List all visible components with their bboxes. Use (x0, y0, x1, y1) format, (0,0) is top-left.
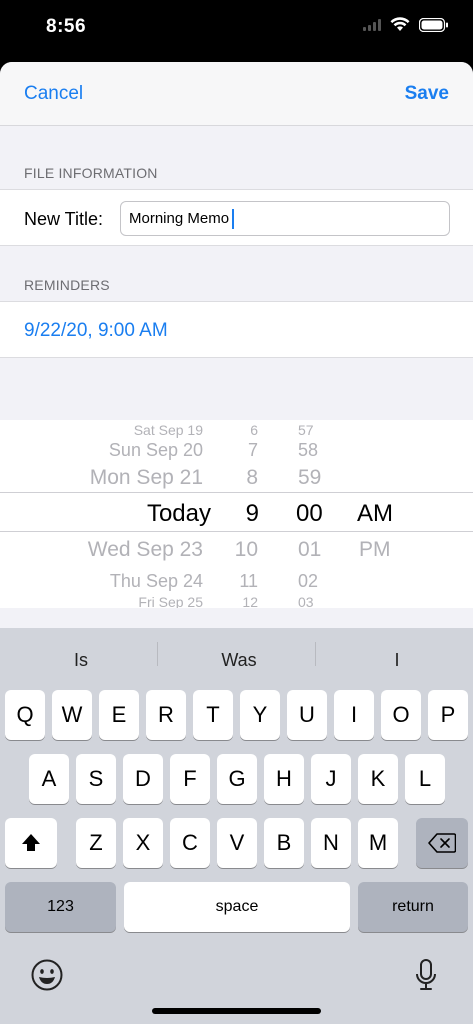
cancel-button[interactable]: Cancel (24, 83, 83, 105)
status-icons (363, 17, 449, 32)
return-key[interactable]: return (358, 882, 468, 932)
key-g[interactable]: G (217, 754, 257, 804)
key-s[interactable]: S (76, 754, 116, 804)
shift-key[interactable] (5, 818, 57, 868)
key-r[interactable]: R (146, 690, 186, 740)
key-w[interactable]: W (52, 690, 92, 740)
picker-hour-option[interactable]: 8 (246, 466, 258, 490)
key-o[interactable]: O (381, 690, 421, 740)
picker-minute-selected[interactable]: 00 (296, 500, 323, 528)
picker-minute-option[interactable]: 01 (298, 538, 321, 562)
key-b[interactable]: B (264, 818, 304, 868)
picker-minute-option[interactable]: 57 (298, 422, 314, 438)
reminder-date-value: 9/22/20, 9:00 AM (24, 320, 168, 341)
save-button[interactable]: Save (405, 83, 449, 105)
key-c[interactable]: C (170, 818, 210, 868)
picker-hour-selected[interactable]: 9 (246, 500, 259, 528)
wifi-icon (390, 17, 410, 31)
key-x[interactable]: X (123, 818, 163, 868)
cellular-icon (363, 18, 381, 31)
suggestion-divider (315, 642, 316, 666)
microphone-icon[interactable] (414, 958, 438, 992)
title-label: New Title: (24, 209, 104, 229)
picker-hour-option[interactable]: 6 (250, 422, 258, 438)
suggestion-item[interactable]: I (319, 650, 473, 671)
picker-minute-option[interactable]: 03 (298, 594, 314, 608)
picker-hour-option[interactable]: 7 (248, 440, 258, 461)
picker-date-option[interactable]: Sat Sep 19 (134, 422, 203, 438)
picker-date-selected[interactable]: Today (147, 500, 211, 528)
picker-minute-option[interactable]: 59 (298, 466, 321, 490)
picker-hour-option[interactable]: 10 (235, 538, 258, 562)
picker-date-option[interactable]: Thu Sep 24 (110, 571, 203, 592)
key-m[interactable]: M (358, 818, 398, 868)
shift-icon (22, 834, 40, 851)
key-f[interactable]: F (170, 754, 210, 804)
reminder-row[interactable]: 9/22/20, 9:00 AM (0, 301, 473, 358)
keyboard: Is Was I Q W E R T Y U I O P A S D F G H… (0, 628, 473, 1024)
delete-key[interactable] (416, 818, 468, 868)
key-v[interactable]: V (217, 818, 257, 868)
picker-date-option[interactable]: Wed Sep 23 (88, 538, 203, 562)
picker-selection-band (0, 492, 473, 532)
key-e[interactable]: E (99, 690, 139, 740)
suggestion-item[interactable]: Is (3, 650, 159, 671)
nav-bar: Cancel Save (0, 62, 473, 126)
key-t[interactable]: T (193, 690, 233, 740)
picker-date-option[interactable]: Sun Sep 20 (109, 440, 203, 461)
title-input-value: Morning Memo (129, 210, 230, 227)
text-caret (232, 209, 235, 230)
key-d[interactable]: D (123, 754, 163, 804)
key-l[interactable]: L (405, 754, 445, 804)
battery-icon (419, 17, 448, 32)
emoji-icon[interactable] (30, 958, 64, 992)
status-bar: 8:56 (0, 0, 473, 62)
status-time: 8:56 (46, 16, 87, 37)
reminders-header: REMINDERS (24, 277, 110, 293)
key-a[interactable]: A (29, 754, 69, 804)
key-u[interactable]: U (287, 690, 327, 740)
key-n[interactable]: N (311, 818, 351, 868)
home-indicator (152, 1008, 321, 1014)
space-key[interactable]: space (124, 882, 350, 932)
key-q[interactable]: Q (5, 690, 45, 740)
picker-minute-option[interactable]: 58 (298, 440, 318, 461)
key-y[interactable]: Y (240, 690, 280, 740)
key-h[interactable]: H (264, 754, 304, 804)
delete-icon (428, 833, 456, 853)
date-picker[interactable]: Sat Sep 19 Sun Sep 20 Mon Sep 21 Today W… (0, 420, 473, 608)
key-p[interactable]: P (428, 690, 468, 740)
key-i[interactable]: I (334, 690, 374, 740)
numbers-key[interactable]: 123 (5, 882, 116, 932)
key-z[interactable]: Z (76, 818, 116, 868)
picker-date-option[interactable]: Fri Sep 25 (138, 594, 203, 608)
file-info-header: FILE INFORMATION (24, 165, 158, 181)
title-input[interactable]: Morning Memo (120, 201, 450, 236)
key-k[interactable]: K (358, 754, 398, 804)
key-j[interactable]: J (311, 754, 351, 804)
modal-sheet: Cancel Save FILE INFORMATION New Title: … (0, 62, 473, 1024)
picker-hour-option[interactable]: 12 (242, 594, 258, 608)
picker-date-option[interactable]: Mon Sep 21 (90, 466, 203, 490)
title-row: New Title: Morning Memo (0, 189, 473, 246)
picker-ampm-selected[interactable]: AM (357, 500, 393, 528)
picker-hour-option[interactable]: 11 (239, 571, 258, 592)
suggestion-item[interactable]: Was (161, 650, 317, 671)
picker-minute-option[interactable]: 02 (298, 571, 318, 592)
picker-ampm-option[interactable]: PM (359, 538, 391, 562)
suggestion-divider (157, 642, 158, 666)
